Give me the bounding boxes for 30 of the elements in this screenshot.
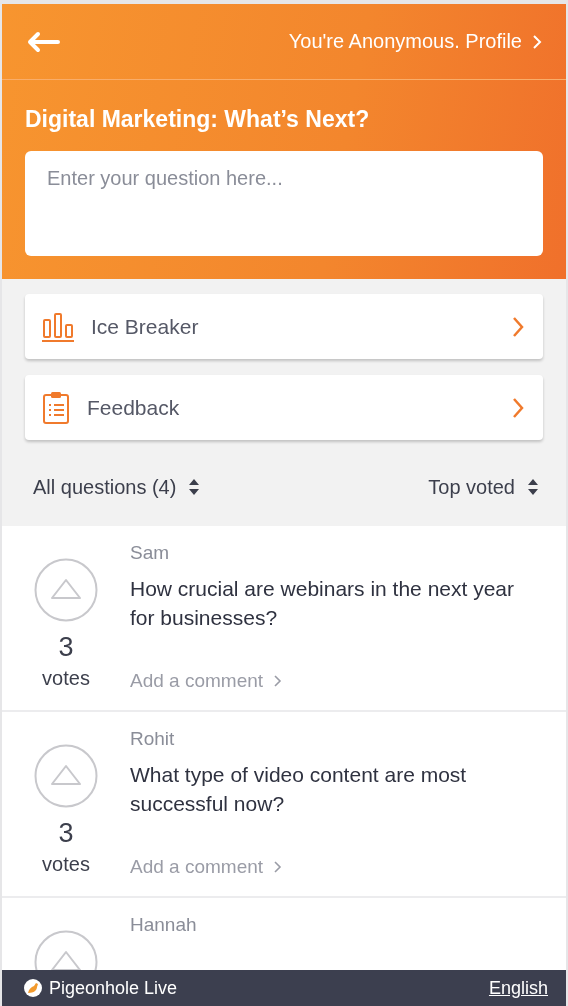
- votes-label: votes: [42, 667, 90, 690]
- question-input-field[interactable]: Enter your question here...: [25, 151, 543, 256]
- sort-caret-icon: [527, 478, 539, 496]
- event-title: Digital Marketing: What’s Next?: [25, 106, 371, 133]
- activity-card[interactable]: Ice Breaker: [25, 294, 543, 359]
- chevron-right-icon: [511, 315, 525, 338]
- bar-chart-icon: [41, 311, 75, 342]
- upvote-button[interactable]: [34, 744, 98, 808]
- question-author: Hannah: [130, 914, 198, 936]
- logo-icon: [24, 979, 42, 997]
- question-text: How crucial are webinars in the next year for businesses?: [130, 576, 515, 631]
- back-arrow-icon[interactable]: [26, 30, 60, 53]
- chevron-right-icon: [273, 860, 283, 874]
- question-text: What type of video content are most successful now?: [130, 762, 468, 817]
- clipboard-list-icon: [41, 390, 71, 425]
- chevron-right-icon: [273, 674, 283, 688]
- vote-count: 3: [58, 632, 74, 663]
- vote-count: 3: [58, 818, 74, 849]
- question-author: Sam: [130, 542, 171, 564]
- question-filter-dropdown[interactable]: All questions (4): [33, 475, 201, 499]
- upvote-button[interactable]: [34, 558, 98, 622]
- votes-label: votes: [42, 853, 90, 876]
- activity-card[interactable]: Feedback: [25, 375, 543, 440]
- chevron-right-icon: [532, 33, 542, 50]
- sort-caret-icon: [188, 478, 201, 496]
- chevron-right-icon: [511, 396, 525, 419]
- brand-name: Pigeonhole Live: [49, 977, 178, 999]
- sort-dropdown[interactable]: Top voted: [428, 475, 539, 499]
- language-link[interactable]: English: [488, 977, 548, 999]
- question-author: Rohit: [130, 728, 176, 750]
